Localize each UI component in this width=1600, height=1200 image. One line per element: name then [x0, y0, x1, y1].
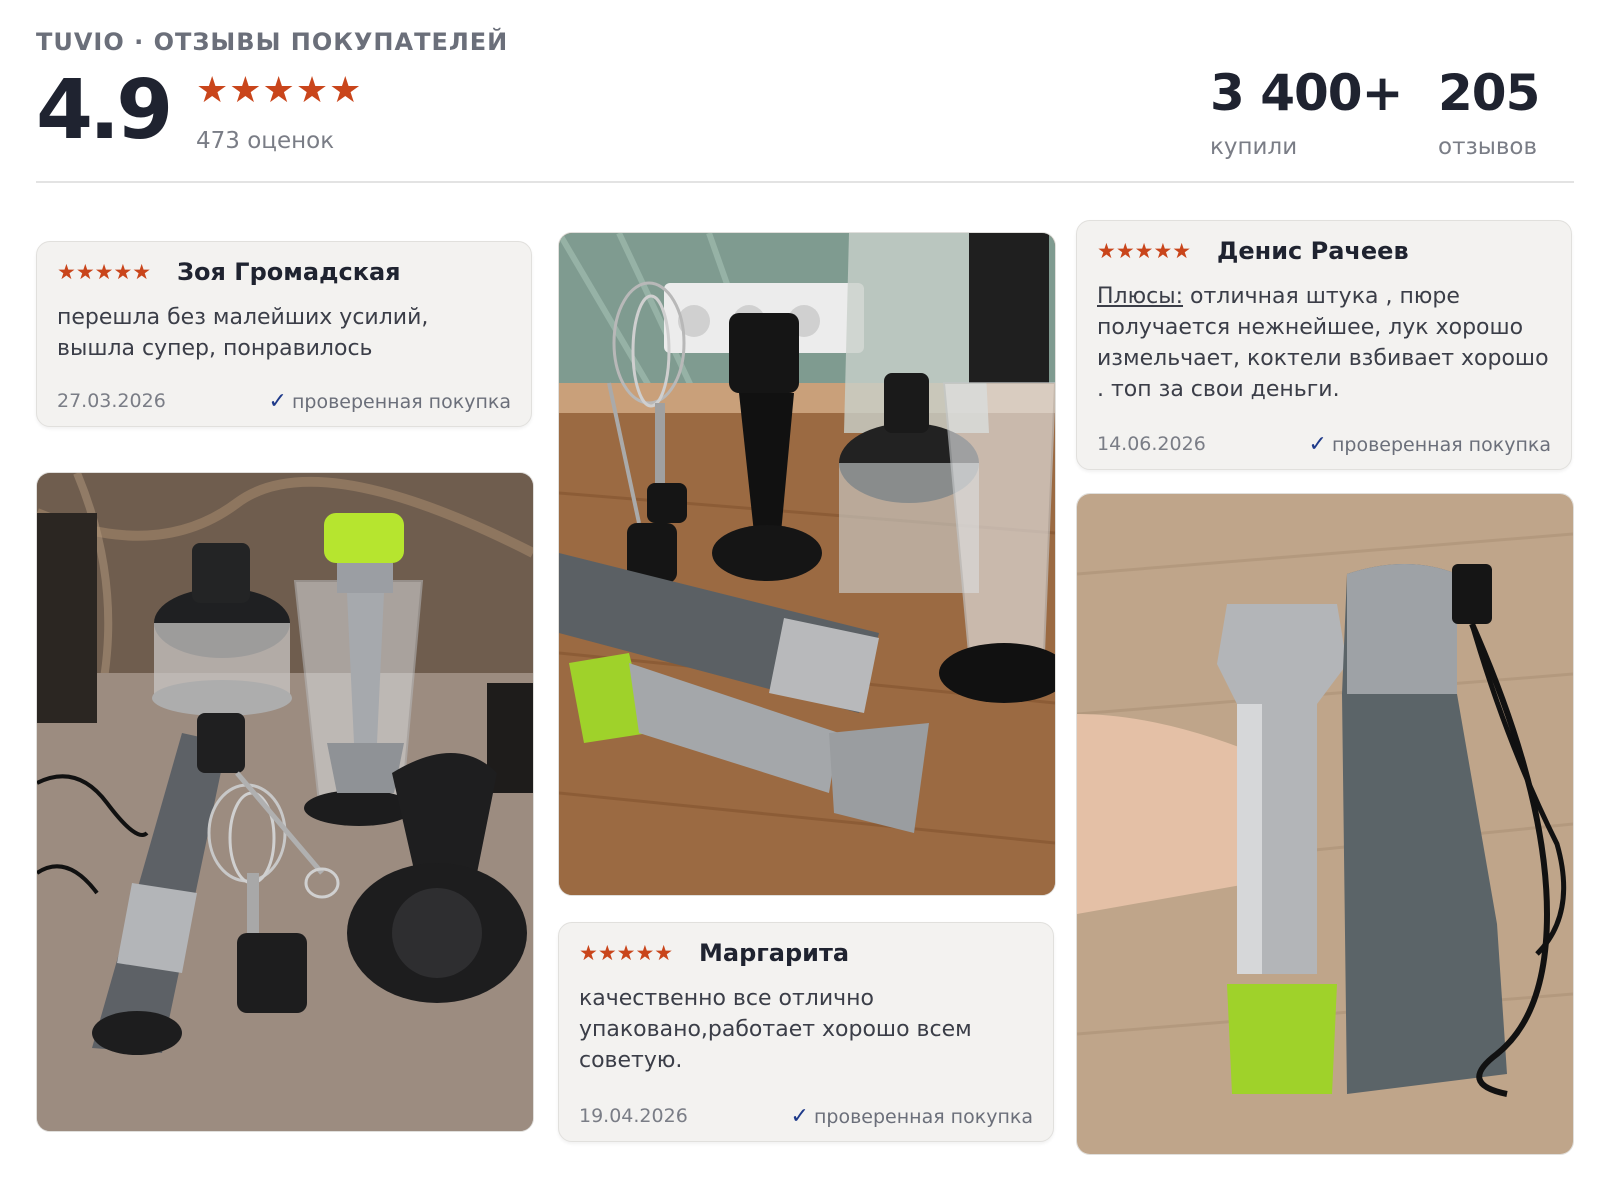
check-icon: ✓	[790, 1104, 809, 1129]
check-icon: ✓	[1308, 432, 1327, 457]
stat-reviews: 205 отзывов	[1438, 64, 1540, 160]
review-date: 19.04.2026	[579, 1105, 688, 1127]
stat-bought-value: 3 400+	[1210, 64, 1403, 122]
verified-label: проверенная покупка	[291, 391, 511, 413]
stat-bought: 3 400+ купили	[1210, 64, 1403, 160]
review-text: качественно все отлично упаковано,работа…	[579, 986, 972, 1073]
average-rating: 4.9	[36, 63, 173, 158]
review-card[interactable]: ★★★★★ Денис Рачеев Плюсы: отличная штука…	[1076, 220, 1572, 470]
brand-title: TUVIO · ОТЗЫВЫ ПОКУПАТЕЛЕЙ	[36, 28, 509, 56]
stat-reviews-label: отзывов	[1438, 134, 1538, 160]
verified-label: проверенная покупка	[813, 1106, 1033, 1128]
ratings-count: 473 оценок	[196, 128, 335, 154]
verified-badge: ✓ проверенная покупка	[791, 1104, 1033, 1129]
reviewer-name: Зоя Громадская	[177, 258, 401, 286]
review-text: Плюсы: отличная штука , пюре получается …	[1097, 281, 1551, 405]
review-date: 14.06.2026	[1097, 433, 1206, 455]
star-icon: ★★★★★	[57, 260, 152, 284]
star-icon: ★★★★★	[579, 941, 674, 965]
stat-bought-label: купили	[1210, 134, 1298, 160]
review-date: 27.03.2026	[57, 390, 166, 412]
stat-reviews-value: 205	[1438, 64, 1540, 122]
reviewer-name: Маргарита	[699, 939, 850, 967]
reviewer-name: Денис Рачеев	[1217, 237, 1409, 265]
review-photo[interactable]	[36, 472, 534, 1132]
review-card[interactable]: ★★★★★ Маргарита качественно все отлично …	[558, 922, 1054, 1142]
reviews-header: TUVIO · ОТЗЫВЫ ПОКУПАТЕЛЕЙ 4.9 ★★★★★ 473…	[36, 24, 1574, 184]
star-icon: ★★★★★	[1097, 239, 1192, 263]
review-photo[interactable]	[1076, 493, 1574, 1155]
verified-badge: ✓ проверенная покупка	[269, 389, 511, 414]
review-card[interactable]: ★★★★★ Зоя Громадская перешла без малейши…	[36, 241, 532, 427]
verified-badge: ✓ проверенная покупка	[1309, 432, 1551, 457]
verified-label: проверенная покупка	[1331, 434, 1551, 456]
header-divider	[36, 181, 1574, 183]
review-text: перешла без малейших усилий, вышла супер…	[57, 305, 429, 361]
check-icon: ✓	[268, 389, 287, 414]
review-photo[interactable]	[558, 232, 1056, 896]
pros-label: Плюсы:	[1097, 284, 1184, 309]
rating-stars: ★★★★★	[196, 70, 363, 111]
